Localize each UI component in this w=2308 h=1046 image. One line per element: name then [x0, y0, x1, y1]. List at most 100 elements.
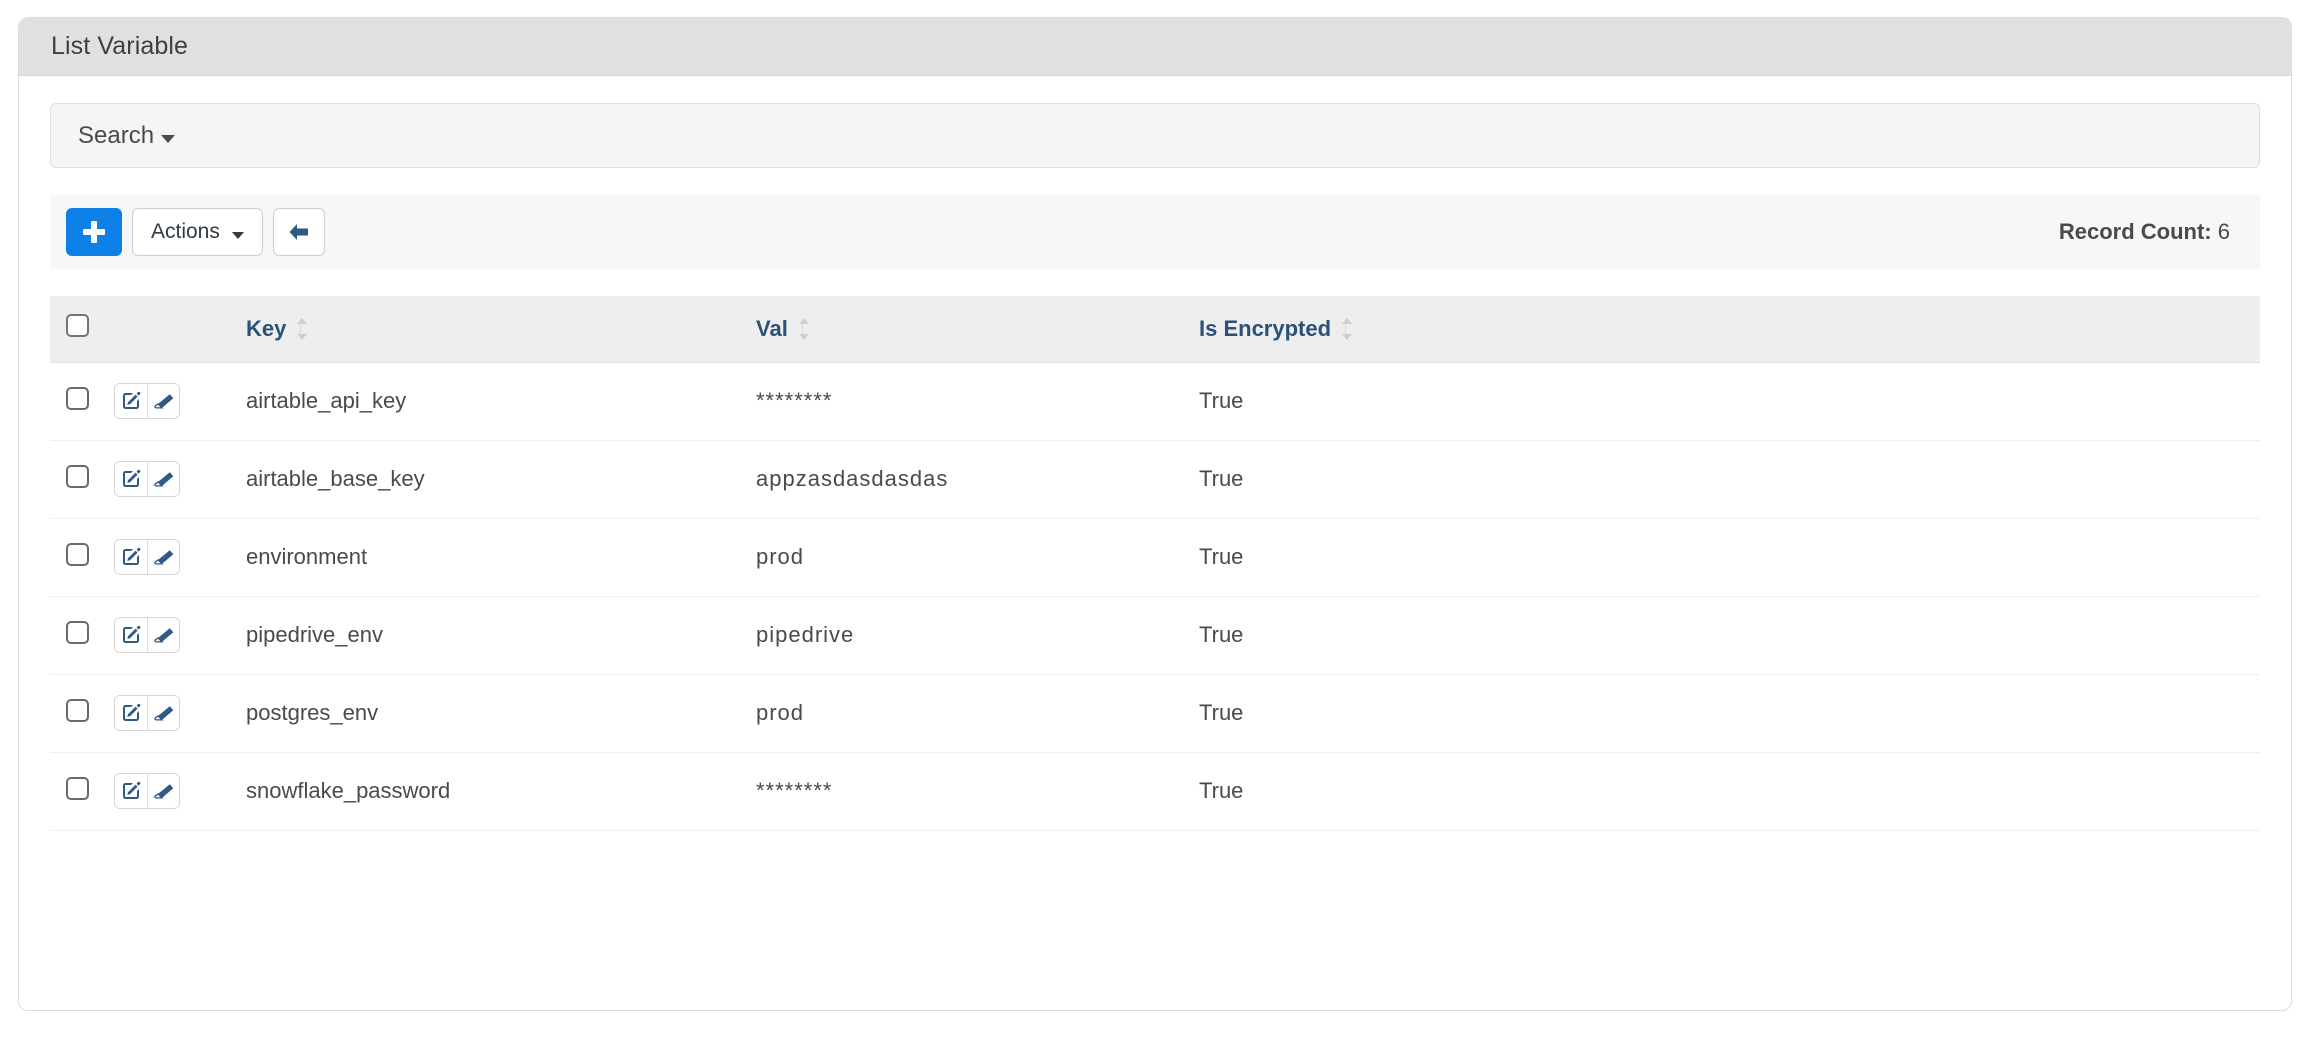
row-action-group: [114, 773, 180, 809]
actions-dropdown-button[interactable]: Actions: [132, 208, 263, 256]
table-row: pipedrive_env pipedrive True: [50, 596, 2260, 675]
cell-key: postgres_env: [246, 674, 756, 753]
sort-updown-icon[interactable]: [295, 317, 308, 340]
row-edit-button[interactable]: [115, 618, 147, 652]
records-table-wrap: Key Val Is Encrypted airtable_api_key **…: [50, 296, 2260, 831]
table-row: airtable_base_key appzasdasdasdas True: [50, 440, 2260, 519]
card-header: List Variable: [19, 18, 2291, 76]
edit-pencil-square-icon: [123, 625, 141, 643]
cell-is-encrypted: True: [1199, 596, 2260, 675]
table-row: environment prod True: [50, 518, 2260, 597]
table-row: snowflake_password ******** True: [50, 752, 2260, 831]
cell-is-encrypted: True: [1199, 752, 2260, 831]
cell-is-encrypted: True: [1199, 362, 2260, 441]
record-count-label: Record Count:: [2058, 219, 2212, 244]
row-actions-cell: [108, 518, 246, 597]
row-select-checkbox[interactable]: [66, 698, 89, 722]
row-edit-button[interactable]: [115, 462, 147, 496]
row-action-group: [114, 461, 180, 497]
row-select-cell: [50, 596, 108, 675]
plus-icon: [83, 221, 105, 243]
toolbar-button-group: Actions: [66, 208, 325, 256]
row-action-group: [114, 383, 180, 419]
edit-pencil-square-icon: [123, 391, 141, 409]
row-erase-button[interactable]: [147, 696, 179, 730]
caret-down-icon: [161, 134, 176, 143]
edit-pencil-square-icon: [123, 781, 141, 799]
records-table: Key Val Is Encrypted airtable_api_key **…: [50, 296, 2260, 831]
cell-val: pipedrive: [756, 596, 1199, 675]
select-all-checkbox[interactable]: [66, 314, 89, 338]
column-header-val[interactable]: Val: [756, 296, 1199, 363]
row-select-cell: [50, 674, 108, 753]
select-all-cell: [50, 296, 108, 363]
row-select-cell: [50, 752, 108, 831]
actions-button-label: Actions: [151, 220, 220, 243]
cell-val: ********: [756, 752, 1199, 831]
sort-updown-icon[interactable]: [797, 317, 809, 340]
eraser-icon: [153, 706, 173, 721]
column-header-key[interactable]: Key: [246, 296, 756, 363]
table-toolbar: Actions Record Count: 6: [50, 195, 2260, 269]
edit-pencil-square-icon: [123, 703, 141, 721]
cell-key: airtable_api_key: [246, 362, 756, 441]
row-actions-cell: [108, 362, 246, 441]
page-title: List Variable: [51, 32, 189, 60]
cell-is-encrypted: True: [1199, 674, 2260, 753]
row-actions-cell: [108, 596, 246, 675]
cell-key: snowflake_password: [246, 752, 756, 831]
cell-val: prod: [756, 674, 1199, 753]
search-toggle[interactable]: Search: [78, 122, 176, 150]
row-erase-button[interactable]: [147, 618, 179, 652]
sort-updown-icon[interactable]: [1340, 317, 1353, 340]
arrow-left-icon: [289, 224, 308, 240]
row-select-cell: [50, 362, 108, 441]
row-erase-button[interactable]: [147, 540, 179, 574]
row-action-group: [114, 695, 180, 731]
table-row: airtable_api_key ******** True: [50, 362, 2260, 441]
row-action-group: [114, 539, 180, 575]
row-edit-button[interactable]: [115, 384, 147, 418]
table-header-row: Key Val Is Encrypted: [50, 296, 2260, 363]
table-head: Key Val Is Encrypted: [50, 296, 2260, 363]
row-erase-button[interactable]: [147, 774, 179, 808]
row-edit-button[interactable]: [115, 696, 147, 730]
record-count-value: 6: [2217, 219, 2230, 244]
eraser-icon: [153, 550, 173, 565]
caret-down-icon: [231, 231, 244, 239]
cell-is-encrypted: True: [1199, 518, 2260, 597]
cell-key: environment: [246, 518, 756, 597]
cell-val: appzasdasdasdas: [756, 440, 1199, 519]
row-edit-button[interactable]: [115, 540, 147, 574]
card-body: Search Actions Record Count: 6 Key Val I…: [19, 76, 2291, 831]
table-body: airtable_api_key ******** True airtable_bas…: [50, 362, 2260, 831]
row-actions-cell: [108, 752, 246, 831]
column-header-val-label: Val: [756, 315, 788, 341]
row-select-checkbox[interactable]: [66, 464, 89, 488]
eraser-icon: [153, 394, 173, 409]
row-actions-cell: [108, 674, 246, 753]
search-panel: Search: [50, 103, 2260, 168]
eraser-icon: [153, 628, 173, 643]
table-row: postgres_env prod True: [50, 674, 2260, 753]
cell-key: pipedrive_env: [246, 596, 756, 675]
cell-val: prod: [756, 518, 1199, 597]
edit-pencil-square-icon: [123, 547, 141, 565]
add-record-button[interactable]: [66, 208, 122, 256]
row-erase-button[interactable]: [147, 462, 179, 496]
row-select-checkbox[interactable]: [66, 386, 89, 410]
column-header-is-encrypted[interactable]: Is Encrypted: [1199, 296, 2260, 363]
eraser-icon: [153, 784, 173, 799]
row-edit-button[interactable]: [115, 774, 147, 808]
eraser-icon: [153, 472, 173, 487]
cell-key: airtable_base_key: [246, 440, 756, 519]
row-select-checkbox[interactable]: [66, 542, 89, 566]
row-select-checkbox[interactable]: [66, 620, 89, 644]
cell-val: ********: [756, 362, 1199, 441]
list-variable-card: List Variable Search Actions Record Coun…: [18, 17, 2292, 1011]
column-header-is-encrypted-label: Is Encrypted: [1199, 315, 1332, 341]
back-button[interactable]: [272, 208, 325, 256]
actions-header-cell: [108, 296, 246, 363]
row-select-checkbox[interactable]: [66, 776, 89, 800]
row-erase-button[interactable]: [147, 384, 179, 418]
